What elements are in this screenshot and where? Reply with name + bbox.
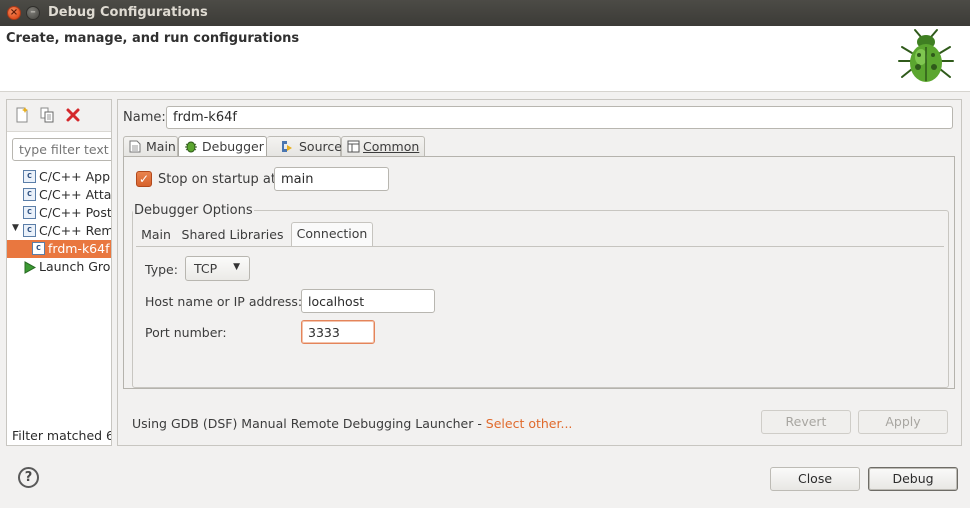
tab-label: Source xyxy=(299,139,342,154)
c-config-icon: c xyxy=(23,188,36,201)
tree-item-label: C/C++ Remo xyxy=(39,223,111,238)
common-tab-icon xyxy=(347,140,360,153)
chevron-down-icon: ▼ xyxy=(233,262,240,272)
tree-item-cpp-remote[interactable]: ▼ c C/C++ Remo xyxy=(7,222,111,240)
launcher-info: Using GDB (DSF) Manual Remote Debugging … xyxy=(132,416,572,431)
window-close-button[interactable]: × xyxy=(7,6,21,20)
filter-status: Filter matched 6 o xyxy=(12,428,111,443)
close-button[interactable]: Close xyxy=(770,467,860,491)
subtab-shared-libraries[interactable]: Shared Libraries xyxy=(176,222,289,246)
tree-item-cpp-postmortem[interactable]: c C/C++ Postm xyxy=(7,204,112,222)
debugger-tab-icon xyxy=(185,141,197,153)
host-label: Host name or IP address: xyxy=(145,294,303,309)
tree-item-label: Launch Grou xyxy=(39,259,112,274)
name-label: Name: xyxy=(123,110,166,125)
type-select-value: TCP xyxy=(194,261,218,276)
tree-item-cpp-application[interactable]: c C/C++ Applic xyxy=(7,168,111,186)
subtab-connection[interactable]: Connection xyxy=(291,222,373,246)
tab-main[interactable]: Main xyxy=(123,136,178,156)
header-title: Create, manage, and run configurations xyxy=(6,31,300,46)
c-config-icon: c xyxy=(32,242,45,255)
new-configuration-icon[interactable] xyxy=(14,107,30,123)
tree-item-cpp-attach[interactable]: c C/C++ Attach xyxy=(7,186,112,204)
configuration-editor: Name: Main Debugger Source Common ✓ Stop… xyxy=(117,99,962,446)
connection-panel xyxy=(136,246,944,386)
type-label: Type: xyxy=(145,262,178,277)
delete-icon[interactable] xyxy=(65,107,81,123)
stop-on-startup-checkbox[interactable]: ✓ xyxy=(136,171,152,187)
bug-icon xyxy=(898,29,954,82)
expand-arrow-icon[interactable]: ▼ xyxy=(12,223,19,233)
tree-item-label: C/C++ Applic xyxy=(39,169,111,184)
port-field[interactable] xyxy=(301,320,375,344)
tab-debugger[interactable]: Debugger xyxy=(178,136,267,157)
debugger-options-title: Debugger Options xyxy=(133,203,254,218)
debug-button[interactable]: Debug xyxy=(868,467,958,491)
tab-label: Debugger xyxy=(202,139,264,154)
dialog-header: Create, manage, and run configurations xyxy=(0,26,970,92)
c-config-icon: c xyxy=(23,170,36,183)
tree-item-label: C/C++ Postm xyxy=(39,205,112,220)
window-title: Debug Configurations xyxy=(48,5,208,20)
configuration-toolbar xyxy=(7,100,111,132)
tree-item-launch-group[interactable]: Launch Grou xyxy=(7,258,112,276)
help-icon[interactable]: ? xyxy=(18,467,39,488)
tab-common[interactable]: Common xyxy=(341,136,425,156)
title-bar: × – Debug Configurations xyxy=(0,0,970,26)
launcher-text: Using GDB (DSF) Manual Remote Debugging … xyxy=(132,416,486,431)
select-other-link[interactable]: Select other... xyxy=(486,416,573,431)
c-config-icon: c xyxy=(23,206,36,219)
name-field[interactable] xyxy=(166,106,953,129)
port-label: Port number: xyxy=(145,325,227,340)
configuration-list-pane: c C/C++ Applic c C/C++ Attach c C/C++ Po… xyxy=(6,99,112,446)
stop-on-startup-label: Stop on startup at: xyxy=(158,172,281,187)
source-tab-icon xyxy=(282,141,292,152)
apply-button[interactable]: Apply xyxy=(858,410,948,434)
filter-input[interactable] xyxy=(12,138,111,161)
launch-group-icon xyxy=(24,261,36,274)
tab-label: Common xyxy=(363,139,420,154)
stop-on-startup-field[interactable] xyxy=(274,167,389,191)
debugger-tab-panel: ✓ Stop on startup at: Debugger Options M… xyxy=(123,156,955,389)
revert-button[interactable]: Revert xyxy=(761,410,851,434)
main-tab-icon xyxy=(129,140,141,153)
tree-item-label: C/C++ Attach xyxy=(39,187,112,202)
window-minimize-button[interactable]: – xyxy=(26,6,40,20)
type-select[interactable]: TCP ▼ xyxy=(185,256,250,281)
duplicate-icon[interactable] xyxy=(39,107,55,123)
c-config-icon: c xyxy=(23,224,36,237)
configuration-tree: c C/C++ Applic c C/C++ Attach c C/C++ Po… xyxy=(7,168,112,276)
tab-source[interactable]: Source xyxy=(267,136,342,156)
tab-label: Main xyxy=(146,139,176,154)
tree-item-label: frdm-k64f xyxy=(48,241,110,256)
host-field[interactable] xyxy=(301,289,435,313)
subtab-main[interactable]: Main xyxy=(136,222,176,246)
tree-item-frdm-k64f[interactable]: c frdm-k64f xyxy=(7,240,111,258)
